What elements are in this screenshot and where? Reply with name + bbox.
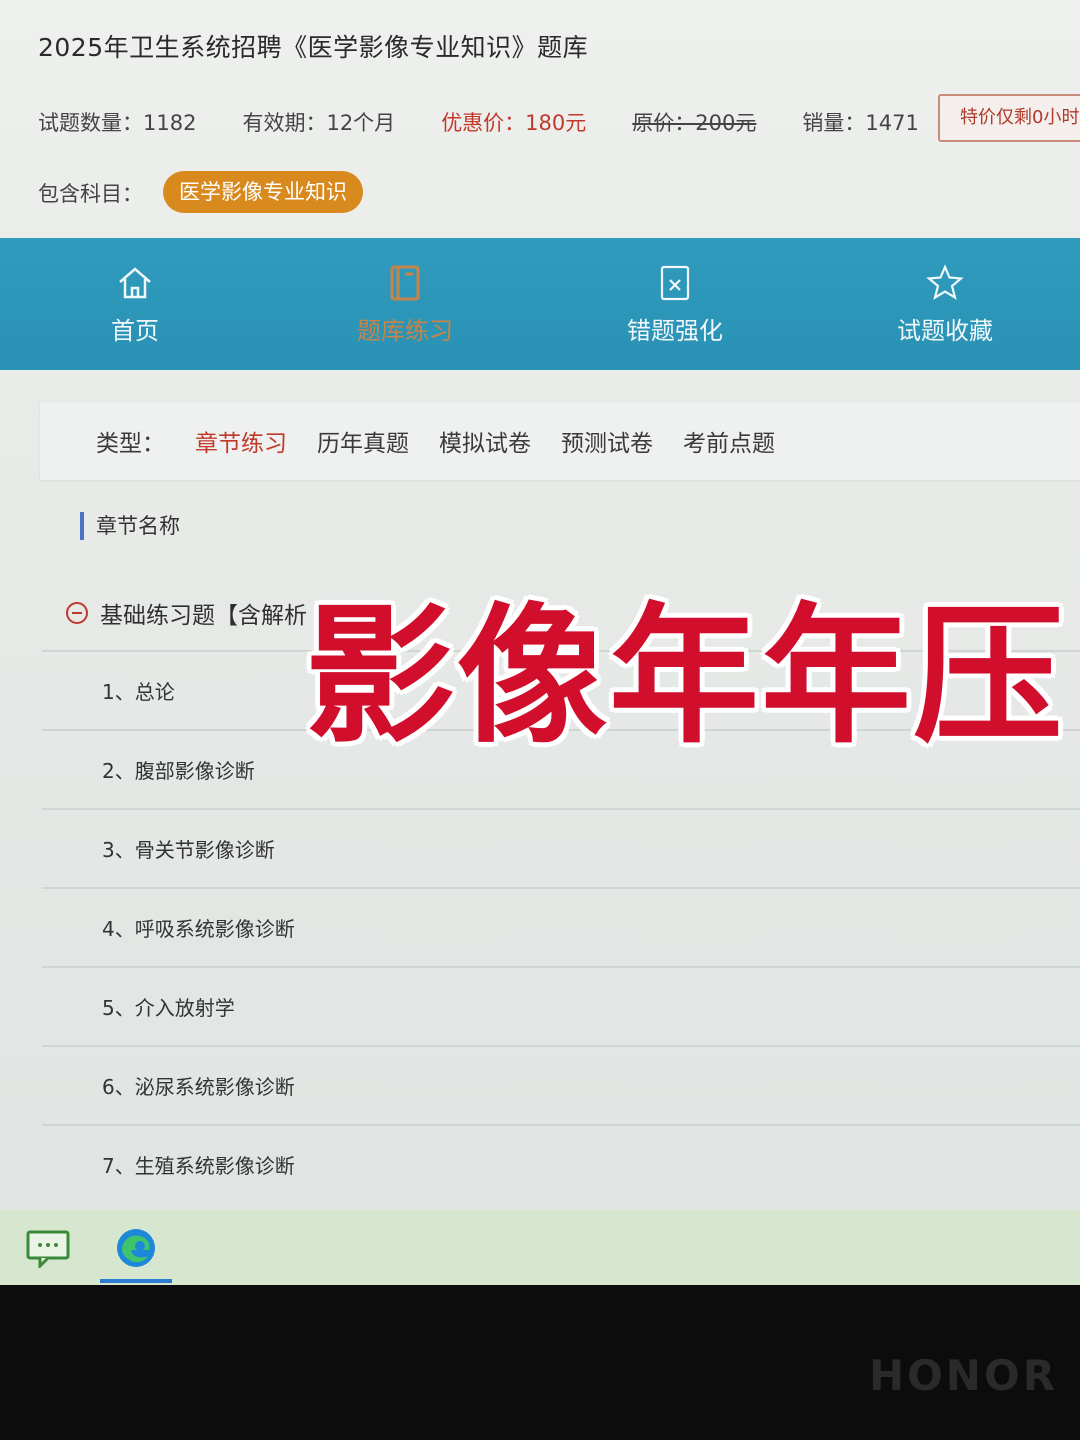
- nav-item-question-bank[interactable]: 题库练习: [270, 238, 540, 370]
- chat-app-icon: [26, 1230, 70, 1268]
- nav-item-wrong-answers[interactable]: 错题强化: [540, 238, 810, 370]
- nav-label-question-bank: 题库练习: [357, 316, 453, 345]
- chapter-row[interactable]: 7、生殖系统影像诊断: [42, 1124, 1080, 1203]
- device-brand-logo: HONOR: [868, 1351, 1058, 1400]
- question-count: 试题数量：1182: [38, 111, 197, 135]
- taskbar-app-chat[interactable]: [8, 1213, 88, 1283]
- type-option-mock-exams[interactable]: 模拟试卷: [439, 424, 531, 458]
- chapter-row[interactable]: 3、骨关节影像诊断: [42, 808, 1080, 887]
- overlay-caption: 影像年年压: [305, 590, 1066, 764]
- promo-countdown-badge: 特价仅剩0小时: [938, 94, 1080, 142]
- nav-item-favorites[interactable]: 试题收藏: [810, 238, 1080, 370]
- subject-chip[interactable]: 医学影像专业知识: [163, 171, 363, 213]
- original-price: 原价：200元: [632, 111, 757, 135]
- type-option-predicted-exams[interactable]: 预测试卷: [561, 424, 653, 458]
- collapse-icon[interactable]: [66, 602, 88, 624]
- home-icon: [119, 266, 151, 298]
- star-icon: [926, 263, 964, 300]
- chapter-row[interactable]: 4、呼吸系统影像诊断: [42, 887, 1080, 966]
- chapter-group-basic[interactable]: 基础练习题【含解析: [66, 596, 307, 630]
- validity-period: 有效期：12个月: [242, 111, 396, 135]
- main-nav: 首页 题库练习 错题强化 试题收藏: [0, 238, 1080, 370]
- taskbar: [0, 1210, 1080, 1285]
- type-option-past-exams[interactable]: 历年真题: [317, 424, 409, 458]
- chapter-group-title: 基础练习题【含解析: [100, 603, 307, 629]
- sale-price: 优惠价：180元: [441, 111, 587, 135]
- nav-label-favorites: 试题收藏: [897, 316, 993, 345]
- type-filter-bar: 类型： 章节练习 历年真题 模拟试卷 预测试卷 考前点题: [40, 402, 1080, 480]
- sales-count: 销量：1471: [802, 111, 919, 135]
- chapter-name-header: 章节名称: [80, 512, 180, 540]
- product-meta-row: 试题数量：1182 有效期：12个月 优惠价：180元 原价：200元 销量：1…: [38, 102, 965, 142]
- taskbar-app-edge[interactable]: [96, 1213, 176, 1283]
- nav-label-home: 首页: [111, 316, 159, 345]
- screen: 2025年卫生系统招聘《医学影像专业知识》题库 试题数量：1182 有效期：12…: [0, 0, 1080, 1285]
- chapter-row[interactable]: 6、泌尿系统影像诊断: [42, 1045, 1080, 1124]
- type-filter-label: 类型：: [96, 431, 165, 457]
- nav-item-home[interactable]: 首页: [0, 238, 270, 370]
- chapter-row[interactable]: 5、介入放射学: [42, 966, 1080, 1045]
- type-option-pre-exam-points[interactable]: 考前点题: [683, 424, 775, 458]
- type-option-chapter[interactable]: 章节练习: [195, 424, 287, 458]
- edge-browser-icon: [117, 1228, 155, 1267]
- product-title: 2025年卫生系统招聘《医学影像专业知识》题库: [38, 33, 589, 62]
- book-icon: [390, 265, 420, 300]
- monitor-bezel: HONOR: [0, 1285, 1080, 1440]
- subject-label: 包含科目：: [38, 182, 143, 206]
- nav-label-wrong-answers: 错题强化: [627, 316, 723, 345]
- wrong-answer-icon: [660, 265, 690, 300]
